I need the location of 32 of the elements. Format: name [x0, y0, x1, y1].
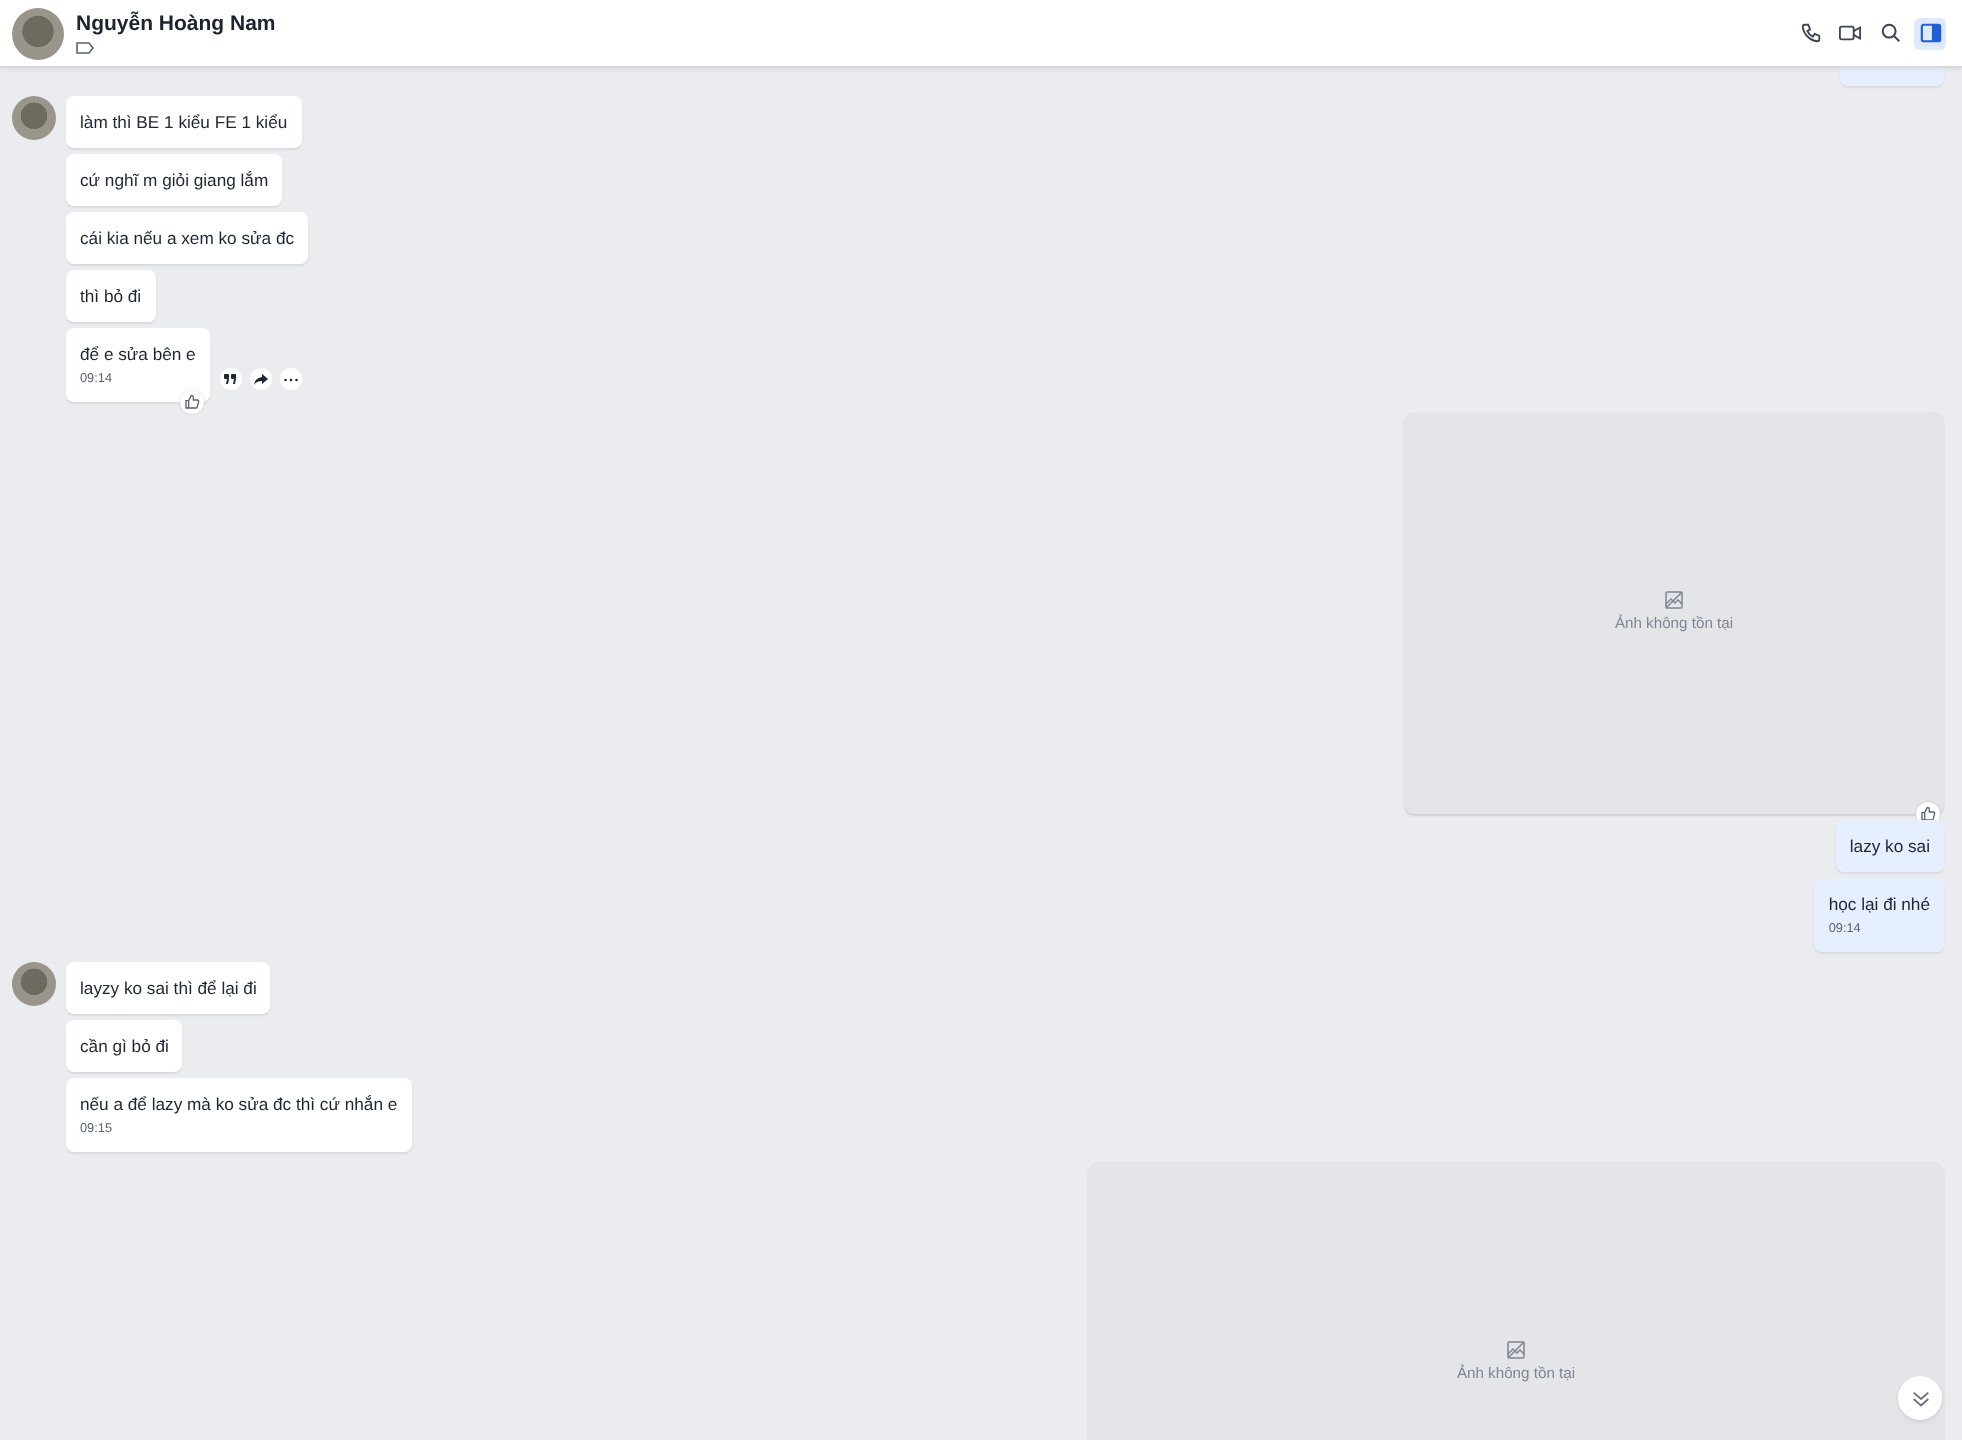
sidebar-icon — [1919, 22, 1941, 44]
avatar[interactable] — [12, 962, 56, 1006]
avatar[interactable] — [12, 7, 64, 59]
contact-name: Nguyễn Hoàng Nam — [76, 12, 278, 36]
message-text: nếu a để lazy mà ko sửa đc thì cứ nhắn e — [80, 1094, 398, 1116]
like-button[interactable] — [179, 390, 204, 414]
broken-image-icon — [1506, 1340, 1526, 1360]
message-bubble — [1840, 68, 1944, 86]
quote-icon — [224, 374, 237, 384]
phone-icon — [1799, 22, 1821, 44]
thumbs-up-icon — [183, 394, 200, 410]
panel-button[interactable] — [1914, 17, 1946, 49]
message-text: lazy ko sai — [1849, 836, 1930, 858]
forward-button[interactable] — [249, 368, 272, 390]
message-text: cái kia nếu a xem ko sửa đc — [80, 228, 295, 250]
message-text: cứ nghĩ m giỏi giang lắm — [80, 170, 269, 192]
message-text: layzy ko sai thì để lại đi — [80, 978, 257, 1000]
avatar[interactable] — [12, 96, 56, 140]
message-text: cần gì bỏ đi — [80, 1036, 169, 1058]
message-text: thì bỏ đi — [80, 286, 142, 308]
message-text: làm thì BE 1 kiểu FE 1 kiểu — [80, 112, 288, 134]
message-text: học lại đi nhé — [1828, 894, 1930, 916]
quote-button[interactable] — [219, 368, 242, 390]
chevrons-down-icon — [1909, 1387, 1931, 1409]
thumbs-up-icon — [1920, 806, 1936, 822]
forward-icon — [253, 373, 268, 385]
video-camera-icon — [1838, 22, 1862, 44]
tag-icon[interactable] — [76, 42, 94, 54]
message-text: để e sửa bên e — [80, 344, 196, 366]
more-button[interactable] — [279, 368, 302, 390]
search-icon — [1879, 22, 1901, 44]
broken-image-icon — [1664, 590, 1684, 610]
